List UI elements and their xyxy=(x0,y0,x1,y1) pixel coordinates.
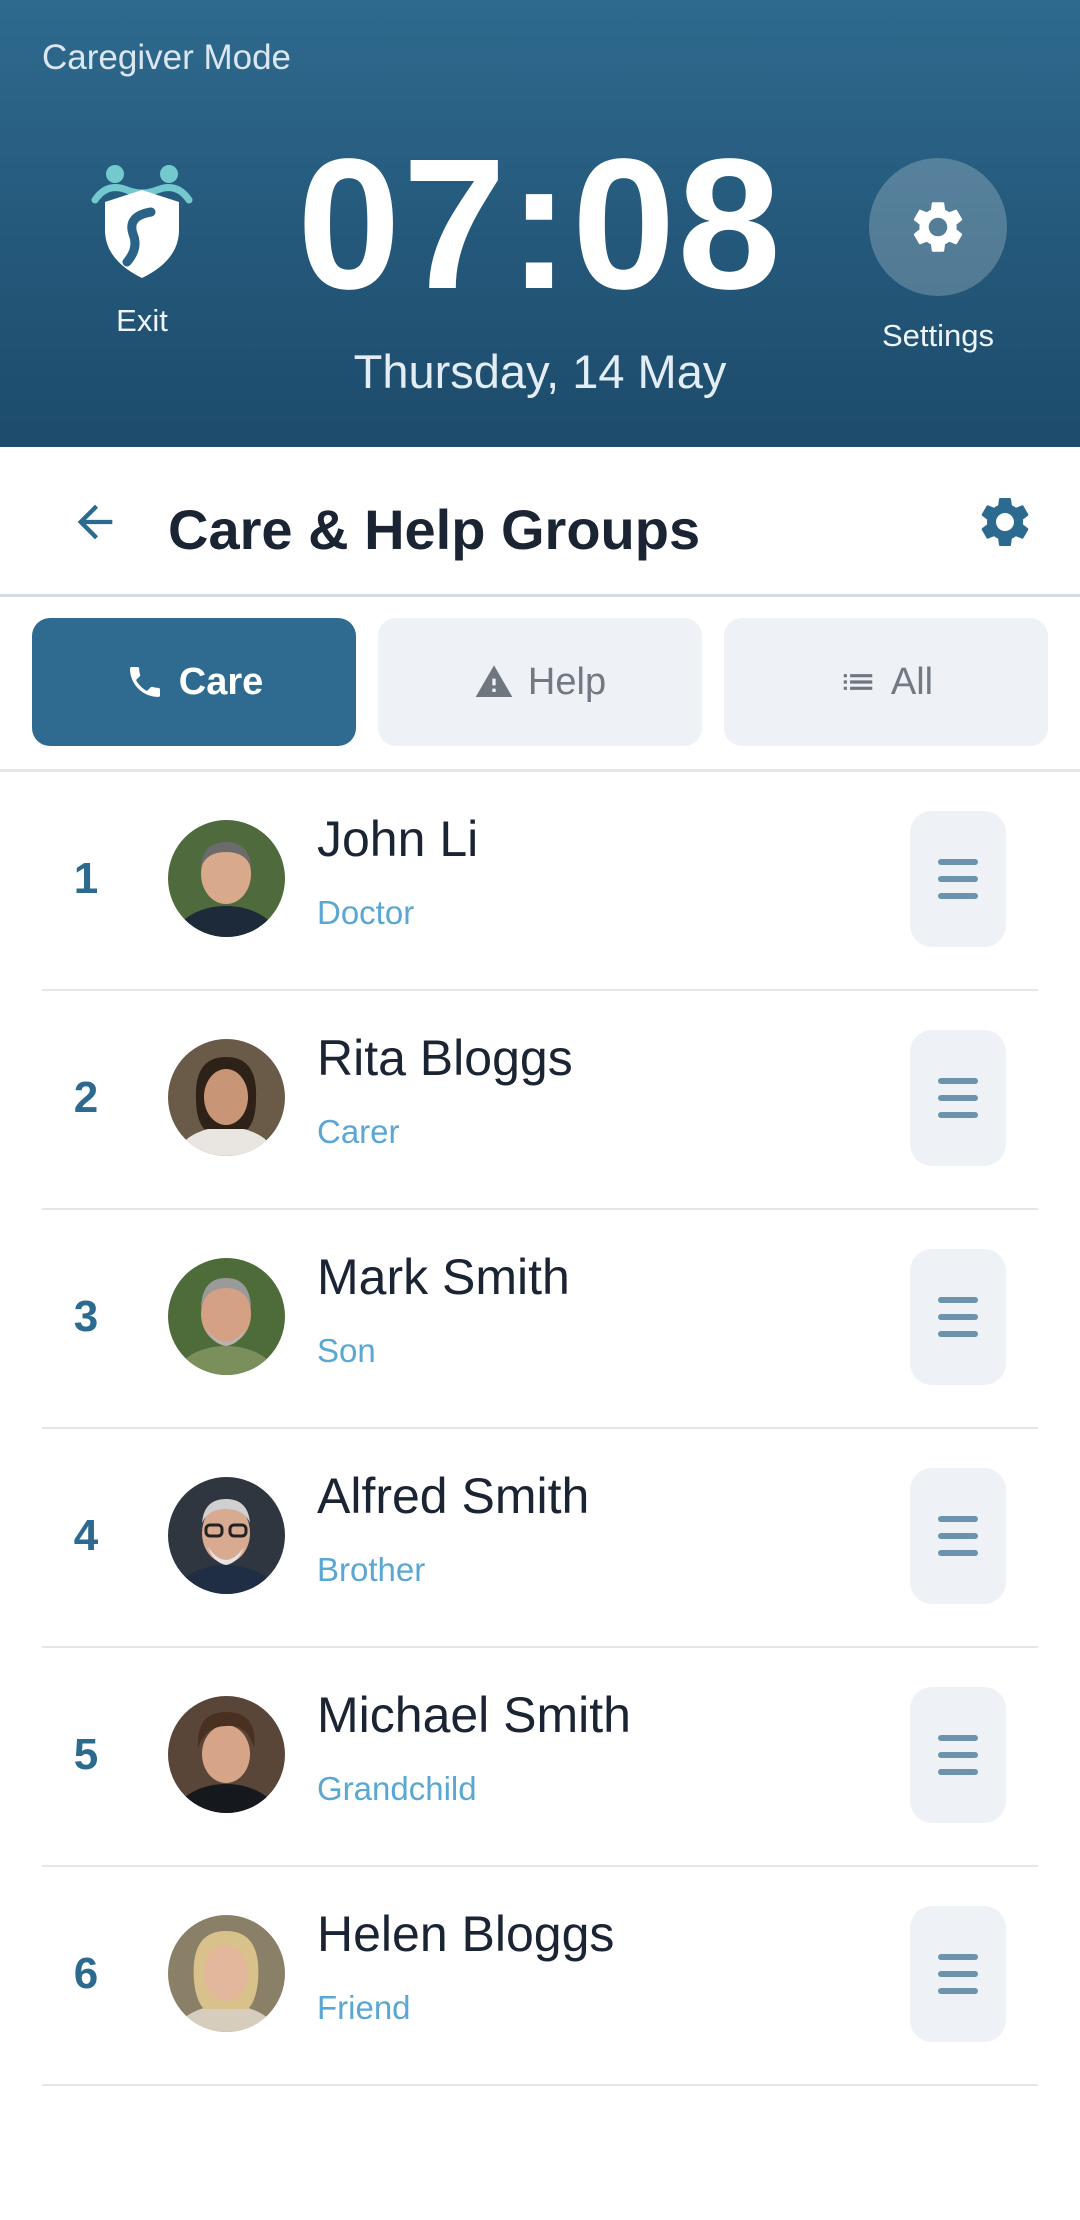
list-item[interactable]: 6 Helen Bloggs Friend xyxy=(0,1867,1080,2086)
list-item[interactable]: 4 Alfred Smith Brother xyxy=(0,1429,1080,1648)
menu-icon xyxy=(938,1078,978,1118)
warning-icon xyxy=(474,662,514,702)
exit-button[interactable]: Exit xyxy=(82,160,202,339)
contact-role: Brother xyxy=(317,1551,426,1588)
contact-number: 1 xyxy=(73,854,99,903)
contact-number: 4 xyxy=(73,1511,99,1560)
gear-icon xyxy=(981,498,1029,546)
avatar xyxy=(168,1915,285,2032)
menu-icon xyxy=(938,1735,978,1775)
contact-name: Mark Smith xyxy=(317,1249,570,1305)
contact-menu-button[interactable] xyxy=(910,1030,1006,1166)
title-bar: Care & Help Groups xyxy=(0,447,1080,597)
header-settings-button[interactable]: Settings xyxy=(868,158,1008,354)
list-item[interactable]: 1 John Li Doctor xyxy=(0,772,1080,991)
contact-number: 5 xyxy=(73,1730,99,1779)
contact-menu-button[interactable] xyxy=(910,1249,1006,1385)
caregiver-mode-label: Caregiver Mode xyxy=(42,38,291,77)
menu-icon xyxy=(938,1954,978,1994)
contact-menu-button[interactable] xyxy=(910,1468,1006,1604)
contact-list: 1 John Li Doctor 2 Rita Bloggs Carer 3 M… xyxy=(0,772,1080,2086)
tab-all-label: All xyxy=(890,660,934,703)
row-divider xyxy=(42,2084,1038,2086)
gear-icon xyxy=(913,202,963,252)
tab-all[interactable]: All xyxy=(724,618,1048,746)
clock-time: 07:08 xyxy=(297,121,783,328)
tab-help[interactable]: Help xyxy=(378,618,702,746)
app-logo-icon xyxy=(91,165,193,278)
list-item[interactable]: 2 Rita Bloggs Carer xyxy=(0,991,1080,1210)
contact-number: 2 xyxy=(73,1073,99,1122)
contact-role: Son xyxy=(317,1332,376,1369)
menu-icon xyxy=(938,859,978,899)
tab-help-label: Help xyxy=(527,660,607,703)
clock-date: Thursday, 14 May xyxy=(353,345,727,398)
avatar xyxy=(168,1477,285,1594)
page-title: Care & Help Groups xyxy=(168,498,701,561)
contact-role: Doctor xyxy=(317,894,415,931)
contact-name: Michael Smith xyxy=(317,1687,631,1743)
contact-role: Grandchild xyxy=(317,1770,477,1807)
contact-name: John Li xyxy=(317,811,479,867)
avatar xyxy=(168,1696,285,1813)
arrow-left-icon xyxy=(77,504,113,540)
contact-number: 3 xyxy=(73,1292,99,1341)
tab-care-label: Care xyxy=(178,660,264,703)
status-header: Caregiver Mode Exit 07:08 Thursday, 14 M… xyxy=(0,0,1080,447)
menu-icon xyxy=(938,1516,978,1556)
contact-menu-button[interactable] xyxy=(910,1906,1006,2042)
list-item[interactable]: 3 Mark Smith Son xyxy=(0,1210,1080,1429)
contact-role: Friend xyxy=(317,1989,411,2026)
contact-name: Alfred Smith xyxy=(317,1468,590,1524)
avatar xyxy=(168,1258,285,1375)
contact-number: 6 xyxy=(73,1949,99,1998)
group-tabs: Care Help All xyxy=(0,600,1080,772)
group-settings-button[interactable] xyxy=(972,489,1038,555)
tab-care[interactable]: Care xyxy=(32,618,356,746)
contact-name: Rita Bloggs xyxy=(317,1030,573,1086)
menu-icon xyxy=(938,1297,978,1337)
phone-icon xyxy=(125,662,165,702)
contact-name: Helen Bloggs xyxy=(317,1906,615,1962)
exit-label: Exit xyxy=(116,303,168,338)
settings-label: Settings xyxy=(881,318,994,353)
contact-menu-button[interactable] xyxy=(910,1687,1006,1823)
list-item[interactable]: 5 Michael Smith Grandchild xyxy=(0,1648,1080,1867)
settings-circle[interactable] xyxy=(869,158,1007,296)
avatar xyxy=(168,820,285,937)
avatar xyxy=(168,1039,285,1156)
contact-menu-button[interactable] xyxy=(910,811,1006,947)
back-button[interactable] xyxy=(60,487,130,557)
list-icon xyxy=(839,663,877,701)
contact-role: Carer xyxy=(317,1113,400,1150)
